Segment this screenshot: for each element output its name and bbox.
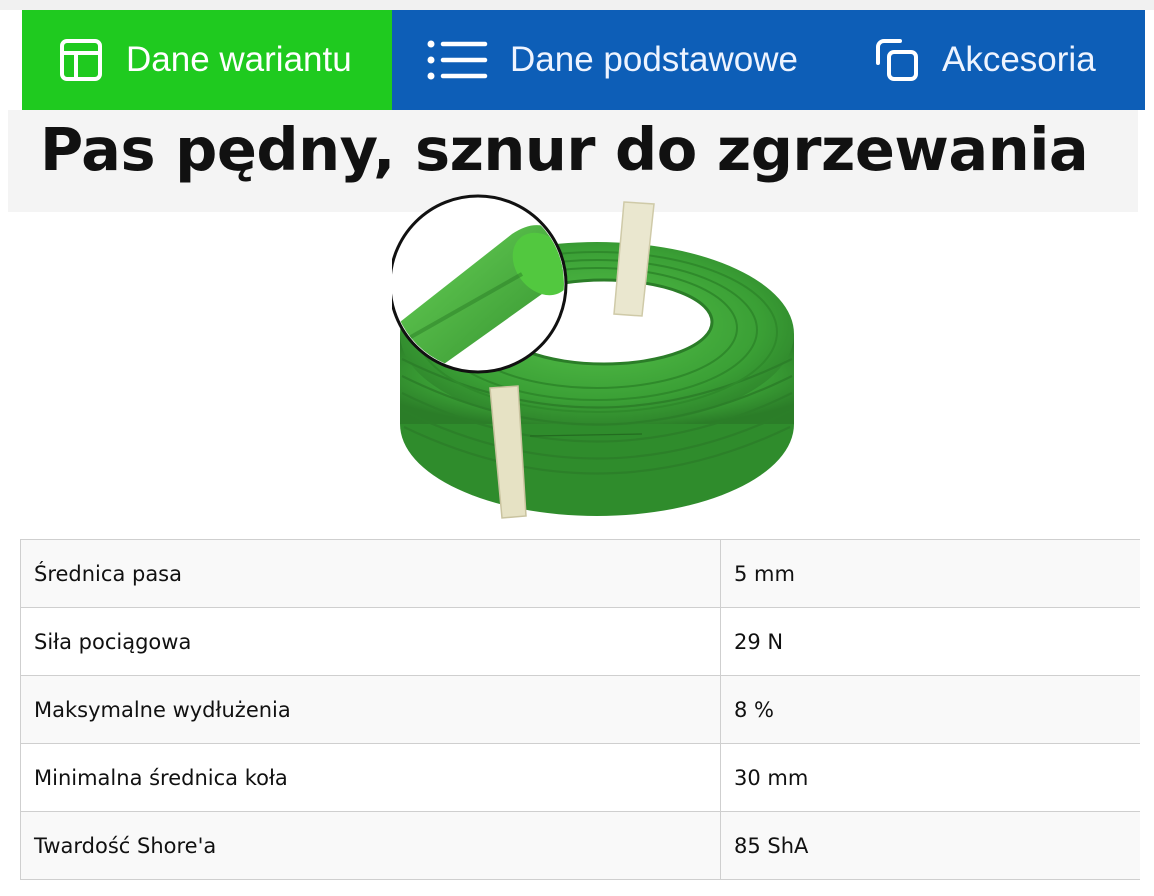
tab-dane-wariantu[interactable]: Dane wariantu bbox=[22, 10, 392, 110]
layout-icon bbox=[56, 35, 106, 85]
spec-table: Średnica pasa 5 mm Siła pociągowa 29 N M… bbox=[20, 539, 1140, 880]
spec-value: 85 ShA bbox=[720, 811, 1140, 880]
product-title: Pas pędny, sznur do zgrzewania bbox=[40, 115, 1089, 184]
spec-value: 8 % bbox=[720, 675, 1140, 744]
tab-akcesoria[interactable]: Akcesoria bbox=[852, 10, 1145, 110]
product-image bbox=[392, 194, 822, 526]
table-row: Minimalna średnica koła 30 mm bbox=[20, 743, 1140, 812]
list-icon bbox=[424, 35, 490, 85]
spec-value: 30 mm bbox=[720, 743, 1140, 812]
spec-label: Twardość Shore'a bbox=[20, 811, 721, 880]
spec-label: Minimalna średnica koła bbox=[20, 743, 721, 812]
table-row: Średnica pasa 5 mm bbox=[20, 539, 1140, 608]
tab-dane-podstawowe[interactable]: Dane podstawowe bbox=[392, 10, 852, 110]
tab-label: Dane podstawowe bbox=[510, 40, 798, 79]
green-belt-coil-image bbox=[392, 194, 794, 519]
top-strip bbox=[0, 0, 1154, 10]
copy-icon bbox=[872, 35, 922, 85]
tab-bar: Dane wariantu Dane podstawowe Akcesoria bbox=[22, 10, 1145, 110]
tab-label: Akcesoria bbox=[942, 40, 1096, 79]
spec-value: 29 N bbox=[720, 607, 1140, 676]
table-row: Twardość Shore'a 85 ShA bbox=[20, 811, 1140, 880]
spec-value: 5 mm bbox=[720, 539, 1140, 608]
spec-label: Maksymalne wydłużenia bbox=[20, 675, 721, 744]
spec-label: Siła pociągowa bbox=[20, 607, 721, 676]
spec-label: Średnica pasa bbox=[20, 539, 721, 608]
tab-label: Dane wariantu bbox=[126, 40, 352, 79]
table-row: Maksymalne wydłużenia 8 % bbox=[20, 675, 1140, 744]
table-row: Siła pociągowa 29 N bbox=[20, 607, 1140, 676]
